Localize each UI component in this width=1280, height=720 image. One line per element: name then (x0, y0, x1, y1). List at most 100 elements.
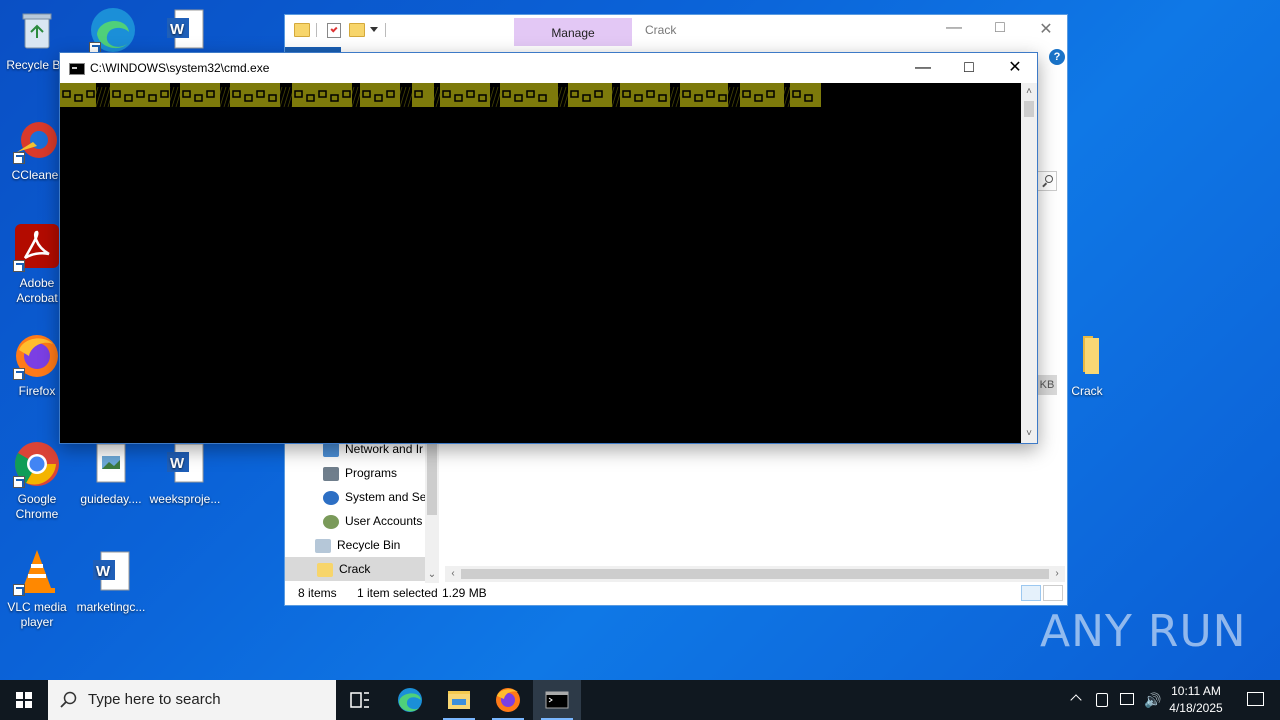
cmd-window[interactable]: C:\WINDOWS\system32\cmd.exe — □ ✕ ˄ ˅ (59, 52, 1038, 444)
folder-icon (1063, 332, 1111, 380)
recycle-bin-icon (13, 6, 61, 54)
console-scrollbar[interactable]: ˄ ˅ (1021, 83, 1037, 443)
horizontal-scrollbar[interactable]: ‹ › (445, 566, 1065, 582)
programs-icon (323, 466, 339, 481)
minimize-button[interactable]: — (900, 55, 946, 81)
desktop-icon-label: Google Chrome (15, 492, 59, 521)
banner-block (500, 83, 558, 107)
taskbar[interactable]: Type here to search 🔊 10:11 AM 4/18/2025 (0, 680, 1280, 720)
scroll-up-arrow-icon[interactable]: ˄ (1023, 86, 1035, 98)
word-document-icon: W (87, 548, 135, 596)
taskbar-edge[interactable] (386, 680, 434, 720)
adobe-acrobat-icon (13, 224, 61, 272)
new-folder-icon[interactable] (349, 23, 365, 37)
size-column-cell: KB (1037, 375, 1057, 395)
scrollbar-thumb[interactable] (427, 435, 437, 515)
system-tray: 🔊 (1066, 680, 1162, 720)
customize-dropdown-icon[interactable] (370, 27, 378, 32)
nav-item-programs[interactable]: Programs (323, 461, 425, 485)
explorer-titlebar[interactable]: Manage Crack — □ ✕ (285, 15, 1067, 47)
svg-text:W: W (96, 563, 111, 580)
network-icon[interactable] (1120, 693, 1134, 705)
firefox-icon (496, 688, 520, 712)
status-bar: 8 items 1 item selected 1.29 MB (285, 581, 1067, 605)
scrollbar-thumb[interactable] (1024, 101, 1034, 117)
shortcut-arrow-icon (13, 260, 25, 272)
taskbar-file-explorer[interactable] (435, 680, 483, 720)
edge-icon (398, 688, 422, 712)
desktop-icon-vlc[interactable]: VLC media player (0, 548, 74, 630)
show-hidden-icons-chevron-icon[interactable] (1070, 694, 1082, 706)
navigation-scrollbar[interactable]: ⌄ (425, 435, 439, 583)
anyrun-watermark: ANY RUN (1040, 606, 1247, 657)
scroll-down-arrow-icon[interactable]: ⌄ (426, 569, 438, 581)
taskbar-search-box[interactable]: Type here to search (48, 680, 336, 720)
users-icon (323, 514, 339, 529)
windows-logo-icon (16, 692, 32, 708)
clock-date: 4/18/2025 (1169, 701, 1223, 715)
start-button[interactable] (0, 680, 48, 720)
edge-icon (89, 6, 137, 54)
network-icon (323, 442, 339, 457)
ribbon-tab-manage[interactable]: Manage (514, 18, 632, 46)
desktop-icon-google-chrome[interactable]: Google Chrome (0, 440, 74, 522)
maximize-button[interactable]: □ (946, 55, 992, 81)
meet-now-icon[interactable] (1096, 693, 1108, 707)
desktop-icon-edge[interactable] (76, 6, 150, 58)
desktop-icon-guideday[interactable]: guideday.... (74, 440, 148, 507)
nav-item-crack[interactable]: Crack (285, 557, 425, 581)
search-icon[interactable] (1037, 171, 1057, 191)
desktop-icon-label: guideday.... (80, 492, 142, 506)
close-button[interactable]: ✕ (992, 55, 1038, 81)
shield-icon (323, 490, 339, 505)
desktop-icon-label: weeksproje... (149, 492, 221, 506)
google-chrome-icon (13, 440, 61, 488)
desktop-icon-label: marketingc... (76, 600, 146, 614)
desktop-icon-word-doc[interactable]: W (148, 6, 222, 58)
file-explorer-icon (448, 691, 470, 709)
notifications-button[interactable] (1232, 680, 1280, 720)
shortcut-arrow-icon (13, 152, 25, 164)
large-icons-view-button[interactable] (1043, 585, 1063, 601)
image-file-icon (87, 440, 135, 488)
scroll-down-arrow-icon[interactable]: ˅ (1023, 428, 1035, 440)
console-icon (69, 63, 85, 75)
nav-item-system-security[interactable]: System and Sec (323, 485, 425, 509)
status-size: 1.29 MB (442, 586, 487, 600)
toolbar-separator (385, 23, 386, 37)
taskbar-cmd[interactable] (533, 680, 581, 720)
toolbar-separator (316, 23, 317, 37)
desktop-icon-marketingc[interactable]: W marketingc... (74, 548, 148, 615)
window-title: C:\WINDOWS\system32\cmd.exe (90, 61, 270, 75)
task-view-icon (350, 692, 369, 708)
desktop-icon-weeksproje[interactable]: W weeksproje... (148, 440, 222, 507)
help-icon[interactable]: ? (1049, 49, 1065, 65)
details-view-button[interactable] (1021, 585, 1041, 601)
search-icon (60, 691, 77, 708)
shortcut-arrow-icon (13, 368, 25, 380)
scrollbar-thumb[interactable] (461, 569, 1049, 579)
ascii-art-banner (60, 83, 821, 107)
nav-item-recycle-bin[interactable]: Recycle Bin (315, 533, 425, 557)
nav-item-user-accounts[interactable]: User Accounts (323, 509, 425, 533)
scroll-left-arrow-icon[interactable]: ‹ (447, 568, 459, 580)
task-view-button[interactable] (336, 680, 384, 720)
maximize-button[interactable]: □ (977, 19, 1023, 37)
console-output[interactable] (60, 83, 1021, 443)
vlc-cone-icon (13, 548, 61, 596)
desktop-icon-label: Adobe Acrobat (16, 276, 58, 305)
folder-icon (294, 23, 310, 37)
navigation-pane[interactable]: Network and Ir Programs System and Sec U… (285, 435, 425, 583)
shortcut-arrow-icon (13, 584, 25, 596)
desktop-icon-label: VLC media player (7, 600, 67, 629)
word-document-icon: W (161, 6, 209, 54)
minimize-button[interactable]: — (931, 19, 977, 37)
taskbar-clock[interactable]: 10:11 AM 4/18/2025 (1160, 683, 1232, 717)
notification-icon (1247, 692, 1264, 706)
close-button[interactable]: ✕ (1023, 19, 1069, 39)
scroll-right-arrow-icon[interactable]: › (1051, 568, 1063, 580)
properties-icon[interactable] (327, 23, 341, 38)
cmd-titlebar[interactable]: C:\WINDOWS\system32\cmd.exe — □ ✕ (60, 53, 1037, 83)
volume-icon[interactable]: 🔊 (1144, 692, 1161, 709)
taskbar-firefox[interactable] (484, 680, 532, 720)
